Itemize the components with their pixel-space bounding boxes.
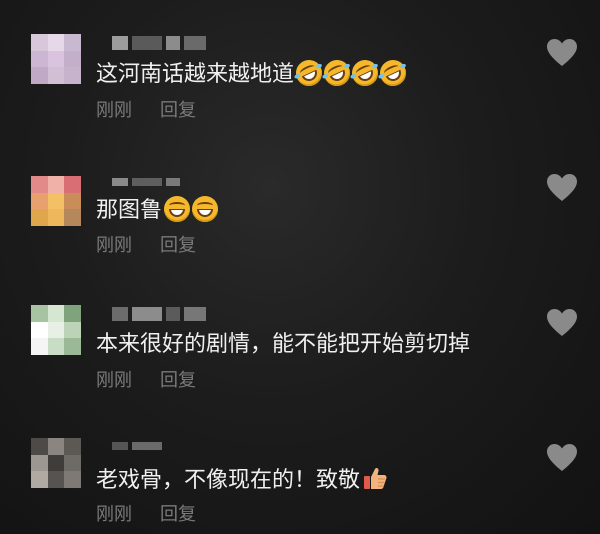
heart-icon[interactable] xyxy=(546,443,578,473)
avatar-pixel xyxy=(31,338,48,355)
comment-text-content: 那图鲁 xyxy=(96,198,163,223)
username-pixel xyxy=(132,307,162,321)
avatar-pixel xyxy=(47,321,65,339)
username-pixel xyxy=(132,36,162,50)
grin-emoji-icon xyxy=(164,196,191,222)
avatar-pixel xyxy=(31,321,48,339)
avatar-pixel xyxy=(47,67,65,84)
username-pixelated[interactable] xyxy=(112,307,206,321)
avatar[interactable] xyxy=(31,176,81,226)
reply-button[interactable]: 回复 xyxy=(160,504,196,525)
comment-text: 本来很好的剧情，能不能把开始剪切掉 xyxy=(96,331,470,359)
avatar-pixel xyxy=(47,338,65,355)
avatar-pixel xyxy=(64,471,81,488)
comment-text: 老戏骨，不像现在的！致敬 xyxy=(96,465,388,495)
comment-time: 刚刚 xyxy=(96,100,132,121)
avatar-pixel xyxy=(31,454,48,472)
comment-text: 这河南话越来越地道 xyxy=(96,55,411,91)
rofl-emoji-icon xyxy=(319,55,355,91)
avatar-pixel xyxy=(47,209,65,226)
avatar-pixel xyxy=(64,192,81,210)
reply-button[interactable]: 回复 xyxy=(160,235,196,256)
username-pixel xyxy=(166,36,180,50)
heart-icon[interactable] xyxy=(546,38,578,68)
emoji-group xyxy=(291,55,411,91)
comment-meta: 刚刚 回复 xyxy=(96,504,196,526)
avatar-pixel xyxy=(47,438,65,455)
username-pixelated[interactable] xyxy=(112,442,162,450)
comment-meta: 刚刚 回复 xyxy=(96,235,196,257)
avatar-pixel xyxy=(64,67,81,84)
comment-meta: 刚刚 回复 xyxy=(96,370,196,392)
avatar-pixel xyxy=(47,305,65,322)
avatar[interactable] xyxy=(31,34,81,84)
comment-text-content: 这河南话越来越地道 xyxy=(96,62,295,87)
avatar-pixel xyxy=(47,176,65,193)
avatar-pixel xyxy=(64,438,81,455)
avatar[interactable] xyxy=(31,438,81,488)
username-pixel xyxy=(112,307,128,321)
rofl-emoji-icon xyxy=(375,55,411,91)
username-pixel xyxy=(184,36,206,50)
username-pixel xyxy=(166,307,180,321)
avatar-pixel xyxy=(31,67,48,84)
grin-emoji-icon xyxy=(192,196,219,222)
reply-button[interactable]: 回复 xyxy=(160,370,196,391)
rofl-emoji-icon xyxy=(347,55,383,91)
comment-time: 刚刚 xyxy=(96,504,132,525)
username-pixel xyxy=(184,307,206,321)
avatar-pixel xyxy=(47,34,65,51)
rofl-emoji-icon xyxy=(291,55,327,91)
username-pixel xyxy=(112,36,128,50)
avatar-pixel xyxy=(64,305,81,322)
username-pixel xyxy=(112,442,128,450)
username-pixel xyxy=(112,178,128,186)
avatar-pixel xyxy=(64,50,81,68)
username-pixel xyxy=(166,178,180,186)
username-pixel xyxy=(132,442,162,450)
avatar-pixel xyxy=(31,192,48,210)
reply-button[interactable]: 回复 xyxy=(160,100,196,121)
avatar-pixel xyxy=(31,50,48,68)
avatar-pixel xyxy=(47,454,65,472)
comment-text: 那图鲁 xyxy=(96,196,219,225)
username-pixelated[interactable] xyxy=(112,36,206,50)
avatar-pixel xyxy=(64,176,81,193)
emoji-group xyxy=(164,196,219,222)
avatar-pixel xyxy=(31,471,48,488)
avatar-pixel xyxy=(31,438,48,455)
avatar-pixel xyxy=(31,305,48,322)
avatar-pixel xyxy=(64,321,81,339)
avatar-pixel xyxy=(31,209,48,226)
comment-text-content: 本来很好的剧情，能不能把开始剪切掉 xyxy=(96,332,471,357)
avatar-pixel xyxy=(47,50,65,68)
avatar-pixel xyxy=(64,338,81,355)
comment-time: 刚刚 xyxy=(96,370,132,391)
avatar-pixel xyxy=(64,209,81,226)
comment-text-content: 老戏骨，不像现在的！致敬 xyxy=(96,468,361,493)
avatar-pixel xyxy=(47,471,65,488)
username-pixelated[interactable] xyxy=(112,178,180,186)
avatar-pixel xyxy=(31,176,48,193)
comment-time: 刚刚 xyxy=(96,235,132,256)
avatar-pixel xyxy=(64,454,81,472)
avatar-pixel xyxy=(64,34,81,51)
heart-icon[interactable] xyxy=(546,308,578,338)
username-pixel xyxy=(132,178,162,186)
avatar-pixel xyxy=(47,192,65,210)
comment-meta: 刚刚 回复 xyxy=(96,100,196,122)
thumbs-up-emoji-icon xyxy=(364,467,387,489)
heart-icon[interactable] xyxy=(546,173,578,203)
avatar[interactable] xyxy=(31,305,81,355)
avatar-pixel xyxy=(31,34,48,51)
